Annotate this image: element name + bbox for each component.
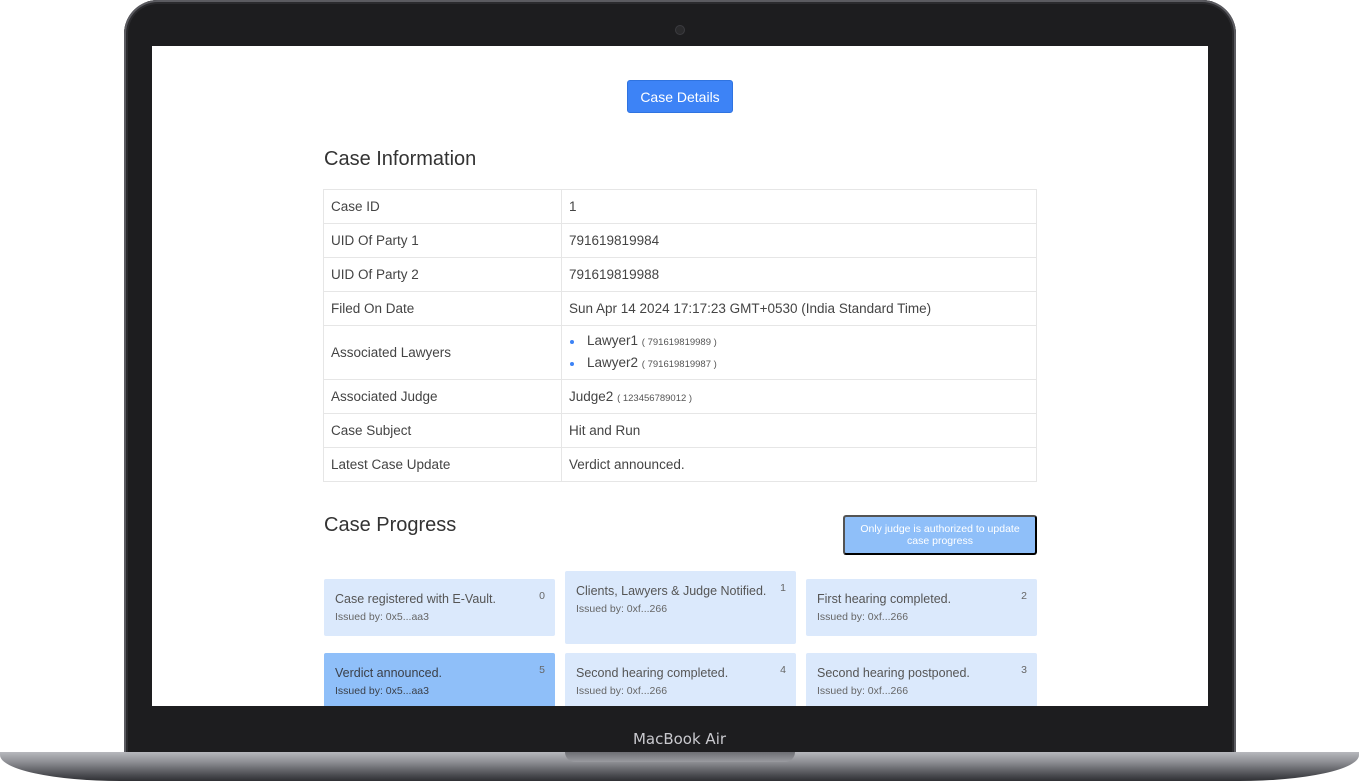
progress-card-4: Second hearing completed. Issued by: 0xf… xyxy=(565,653,796,706)
progress-issued-by: Issued by: 0x5...aa3 xyxy=(335,611,429,623)
case-information-title: Case Information xyxy=(324,148,477,170)
row-key: Latest Case Update xyxy=(323,447,562,482)
camera-icon xyxy=(676,26,684,34)
row-value: Sun Apr 14 2024 17:17:23 GMT+0530 (India… xyxy=(561,291,1037,326)
progress-number: 4 xyxy=(780,664,786,676)
progress-title: Second hearing completed. xyxy=(576,666,729,680)
table-row: Filed On Date Sun Apr 14 2024 17:17:23 G… xyxy=(323,291,1037,326)
progress-issued-by: Issued by: 0xf...266 xyxy=(576,603,668,615)
progress-issued-by: Issued by: 0xf...266 xyxy=(817,685,909,697)
judge-uid: ( 123456789012 ) xyxy=(617,393,693,404)
progress-card-2: First hearing completed. Issued by: 0xf.… xyxy=(806,579,1037,636)
row-key: Associated Lawyers xyxy=(323,325,562,380)
table-row: Associated Lawyers Lawyer1 ( 79161981998… xyxy=(323,325,1037,380)
row-key: Case Subject xyxy=(323,413,562,448)
progress-issued-by: Issued by: 0xf...266 xyxy=(576,685,668,697)
device-brand-label: MacBook Air xyxy=(632,730,727,748)
row-value: 791619819984 xyxy=(561,223,1037,258)
table-row: UID Of Party 2 791619819988 xyxy=(323,257,1037,292)
lawyer-uid: ( 791619819989 ) xyxy=(641,336,717,348)
row-value: Verdict announced. xyxy=(561,447,1037,482)
lawyer-name: Lawyer2 xyxy=(587,354,639,370)
progress-card-0: Case registered with E-Vault. Issued by:… xyxy=(324,579,555,636)
list-item: Lawyer1 ( 791619819989 ) xyxy=(570,331,1029,353)
lawyer-list: Lawyer1 ( 791619819989 ) Lawyer2 ( 79161… xyxy=(569,331,1029,375)
row-key: Filed On Date xyxy=(323,291,562,326)
list-item: Lawyer2 ( 791619819987 ) xyxy=(570,353,1029,375)
row-key: UID Of Party 2 xyxy=(323,257,562,292)
row-key: UID Of Party 1 xyxy=(323,223,562,258)
progress-card-1: Clients, Lawyers & Judge Notified. Issue… xyxy=(565,571,796,644)
row-value: Judge2 ( 123456789012 ) xyxy=(561,379,1037,414)
progress-card-5: Verdict announced. Issued by: 0x5...aa3 … xyxy=(324,653,555,706)
row-value: Hit and Run xyxy=(561,413,1037,448)
row-value: 1 xyxy=(561,189,1037,224)
lawyer-uid: ( 791619819987 ) xyxy=(641,358,717,370)
row-key: Case ID xyxy=(323,189,562,224)
progress-number: 3 xyxy=(1021,664,1027,676)
progress-title: First hearing completed. xyxy=(817,592,952,606)
progress-title: Case registered with E-Vault. xyxy=(335,592,496,606)
case-progress-title: Case Progress xyxy=(324,514,457,536)
progress-number: 5 xyxy=(539,664,545,676)
progress-card-3: Second hearing postponed. Issued by: 0xf… xyxy=(806,653,1037,706)
row-value: Lawyer1 ( 791619819989 ) Lawyer2 ( 79161… xyxy=(561,325,1037,380)
table-row: Case ID 1 xyxy=(323,189,1037,224)
progress-title: Clients, Lawyers & Judge Notified. xyxy=(576,584,767,598)
table-row: UID Of Party 1 791619819984 xyxy=(323,223,1037,258)
progress-number: 2 xyxy=(1021,590,1027,602)
screen: Case Details Case Information Case ID 1 … xyxy=(152,46,1208,706)
table-row: Latest Case Update Verdict announced. xyxy=(323,447,1037,482)
table-row: Case Subject Hit and Run xyxy=(323,413,1037,448)
update-progress-button[interactable]: Only judge is authorized to update case … xyxy=(843,515,1037,555)
case-information-table: Case ID 1 UID Of Party 1 791619819984 UI… xyxy=(323,189,1037,482)
laptop-notch xyxy=(565,752,795,762)
progress-issued-by: Issued by: 0x5...aa3 xyxy=(335,685,429,697)
progress-title: Second hearing postponed. xyxy=(817,666,970,680)
lawyer-name: Lawyer1 xyxy=(587,332,639,348)
row-value: 791619819988 xyxy=(561,257,1037,292)
case-details-button[interactable]: Case Details xyxy=(627,80,733,113)
table-row: Associated Judge Judge2 ( 123456789012 ) xyxy=(323,379,1037,414)
progress-number: 0 xyxy=(539,590,545,602)
row-key: Associated Judge xyxy=(323,379,562,414)
progress-number: 1 xyxy=(780,582,786,594)
judge-name: Judge2 xyxy=(569,389,614,404)
progress-issued-by: Issued by: 0xf...266 xyxy=(817,611,909,623)
progress-title: Verdict announced. xyxy=(335,666,443,680)
